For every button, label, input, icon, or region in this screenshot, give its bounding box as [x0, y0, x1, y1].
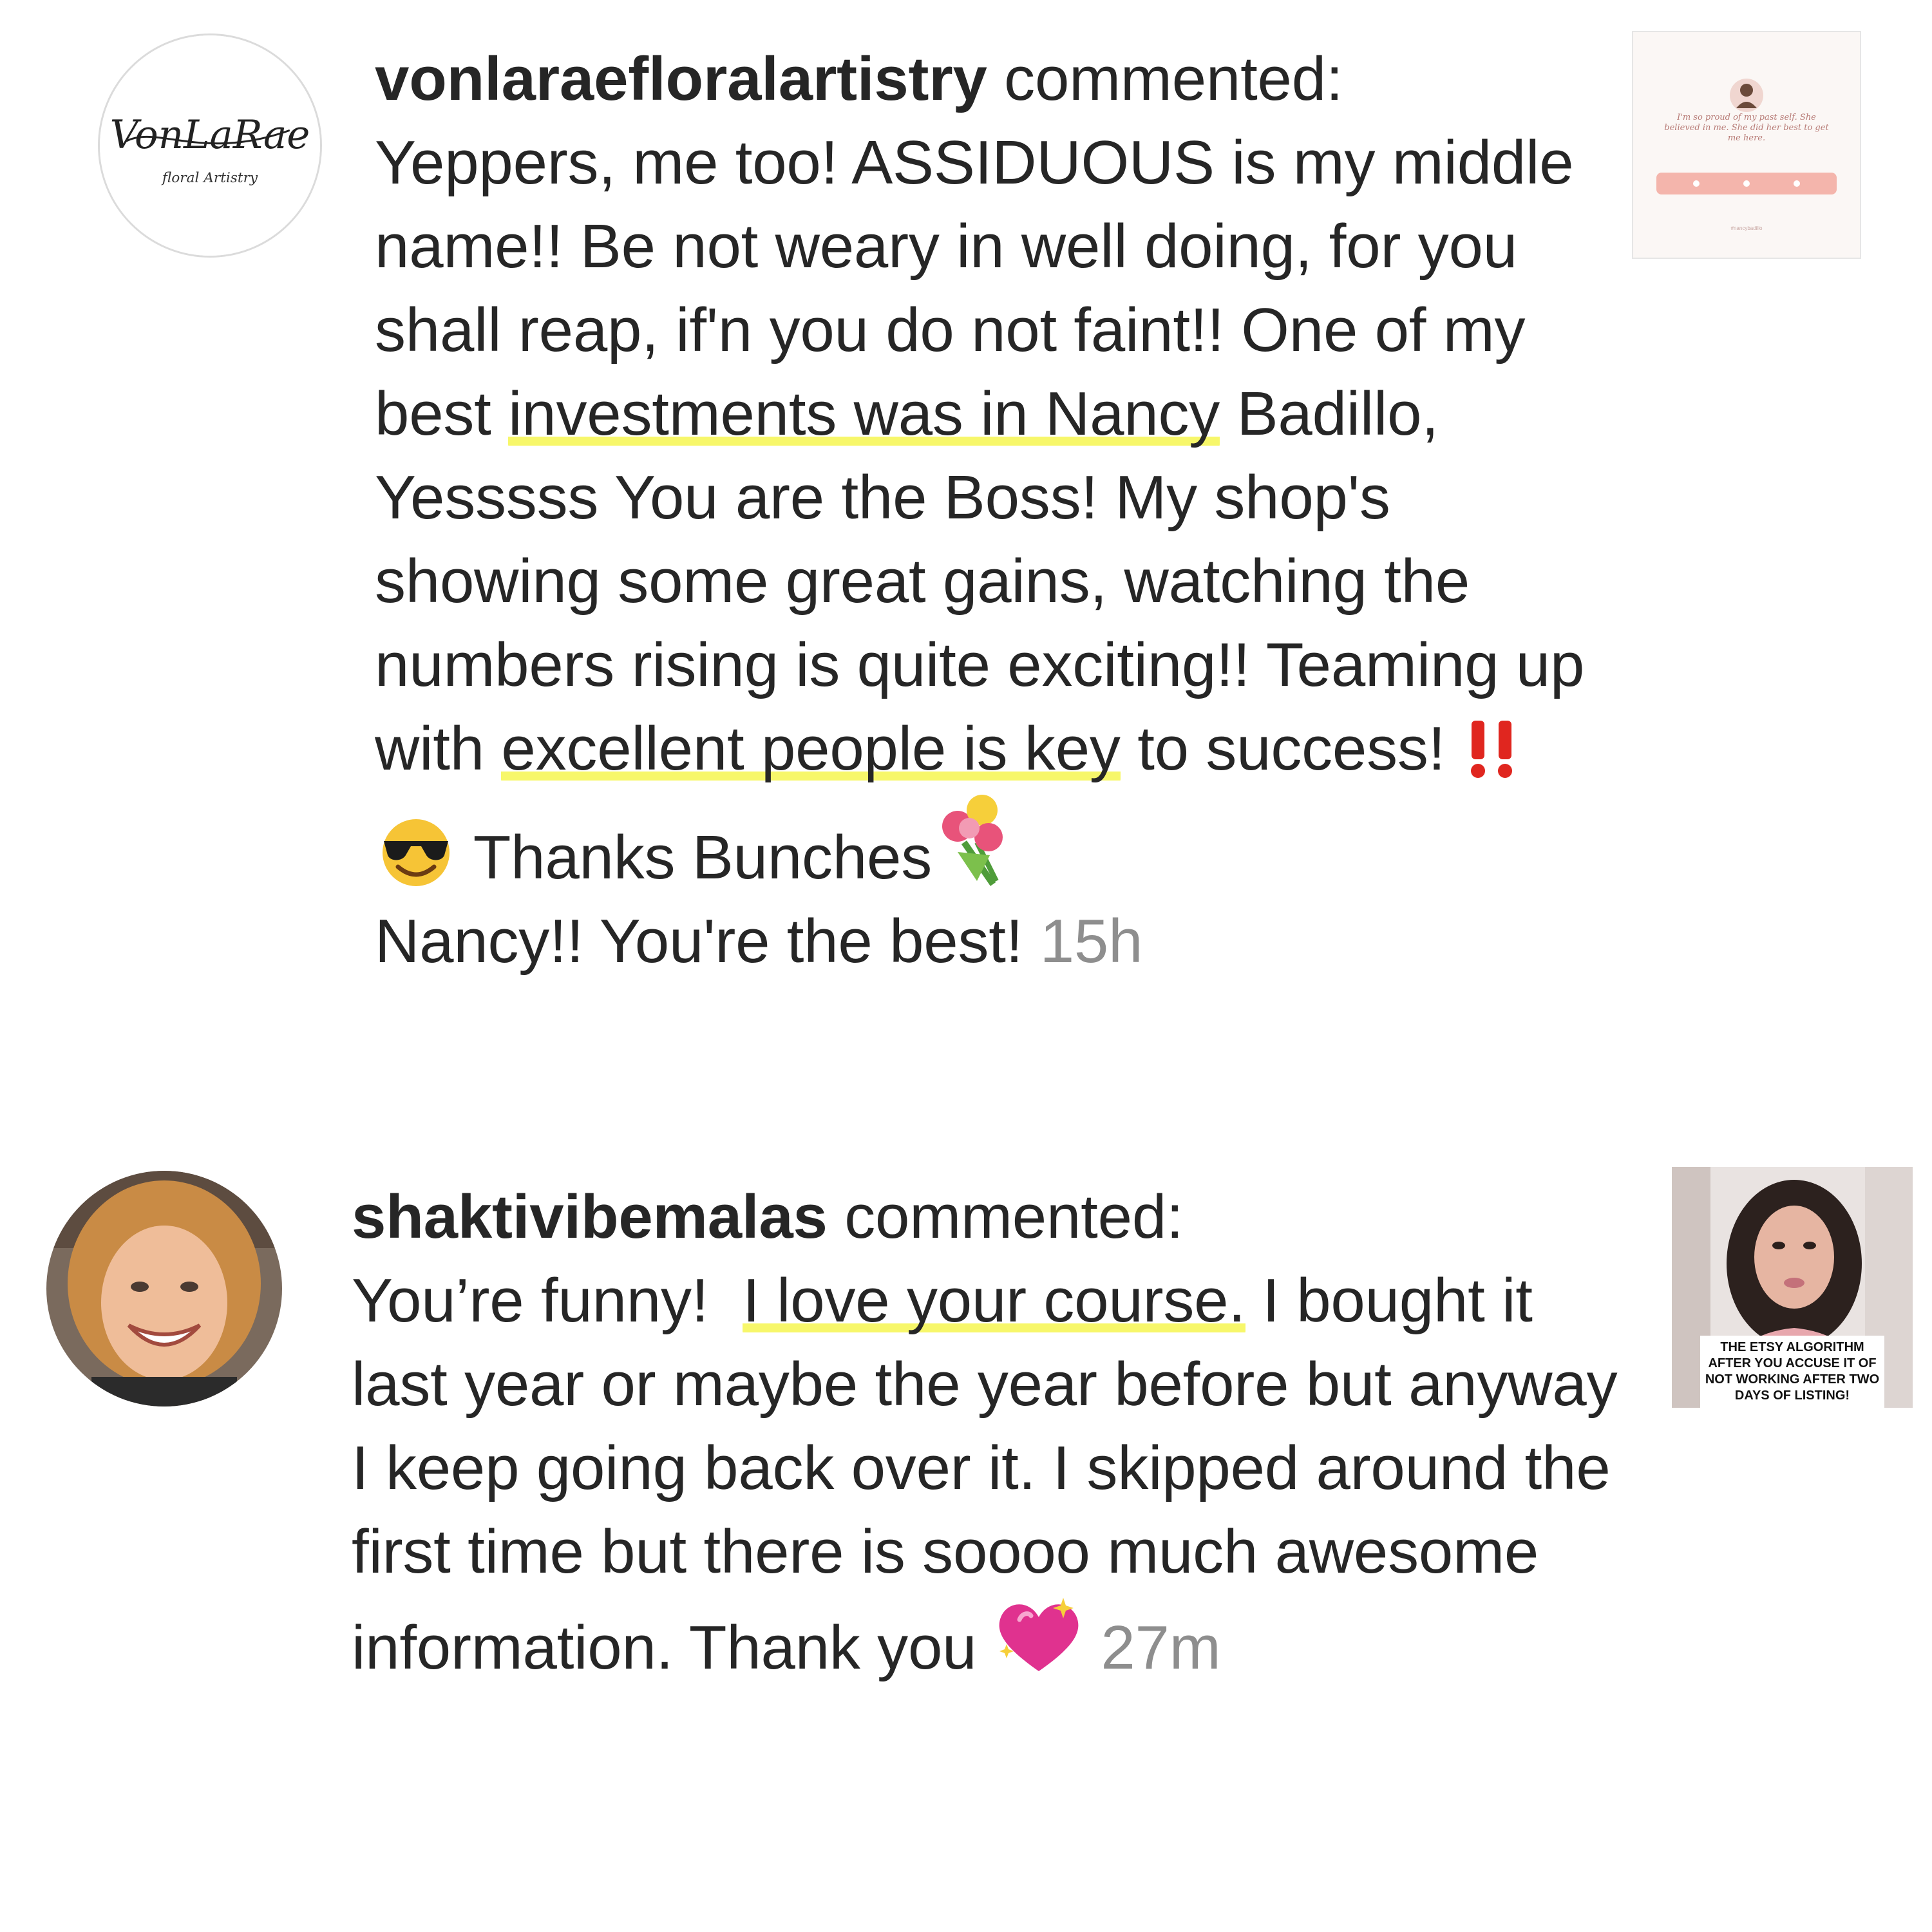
highlighted-text: I love your course. — [743, 1266, 1245, 1335]
comment-timestamp[interactable]: 27m — [1101, 1613, 1220, 1682]
thumbnail-tag: #nancybadillo — [1730, 225, 1763, 231]
comment-timestamp[interactable]: 15h — [1040, 907, 1143, 976]
thumbnail-caption: I'm so proud of my past self. She believ… — [1664, 113, 1829, 143]
video-thumbnail[interactable]: THE ETSY ALGORITHM AFTER YOU ACCUSE IT O… — [1672, 1167, 1913, 1408]
comment-username[interactable]: shaktivibemalas — [352, 1182, 828, 1251]
comment-username[interactable]: vonlaraefloralartistry — [375, 44, 987, 113]
post-thumbnail-icon — [1633, 32, 1860, 258]
thumbnail-caption: THE ETSY ALGORITHM AFTER YOU ACCUSE IT O… — [1700, 1336, 1884, 1408]
comment-body: to success! — [1120, 714, 1463, 783]
highlighted-text: excellent people is key — [501, 714, 1121, 783]
vonlarae-logo-icon: VonLaRae floral Artistry — [100, 35, 320, 256]
sparkling-heart-icon — [994, 1594, 1084, 1678]
user-photo-icon — [46, 1171, 282, 1406]
avatar[interactable]: VonLaRae floral Artistry — [98, 33, 322, 258]
comment-body: Nancy!! You're the best! — [375, 907, 1023, 976]
comment-action: commented: — [844, 1182, 1184, 1251]
sunglasses-smiley-icon — [375, 815, 457, 887]
comment-item: VonLaRae floral Artistry vonlaraeflorala… — [0, 0, 1932, 1140]
comment-text: vonlaraefloralartistry commented: Yepper… — [375, 37, 1598, 983]
comment-action: commented: — [1004, 44, 1343, 113]
highlighted-text: investments was in Nancy — [508, 379, 1220, 448]
comment-body: Thanks Bunches — [457, 823, 933, 892]
svg-text:floral Artistry: floral Artistry — [161, 170, 258, 186]
comment-text: shaktivibemalas commented: You’re funny!… — [352, 1175, 1627, 1690]
comment-item: shaktivibemalas commented: You’re funny!… — [0, 1140, 1932, 1932]
svg-text:VonLaRae: VonLaRae — [110, 112, 310, 158]
post-thumbnail[interactable]: I'm so proud of my past self. She believ… — [1632, 31, 1861, 259]
avatar[interactable] — [46, 1171, 282, 1406]
double-exclamation-icon — [1463, 717, 1527, 779]
bouquet-icon — [932, 791, 1016, 887]
comment-body: You’re funny! — [352, 1266, 743, 1335]
